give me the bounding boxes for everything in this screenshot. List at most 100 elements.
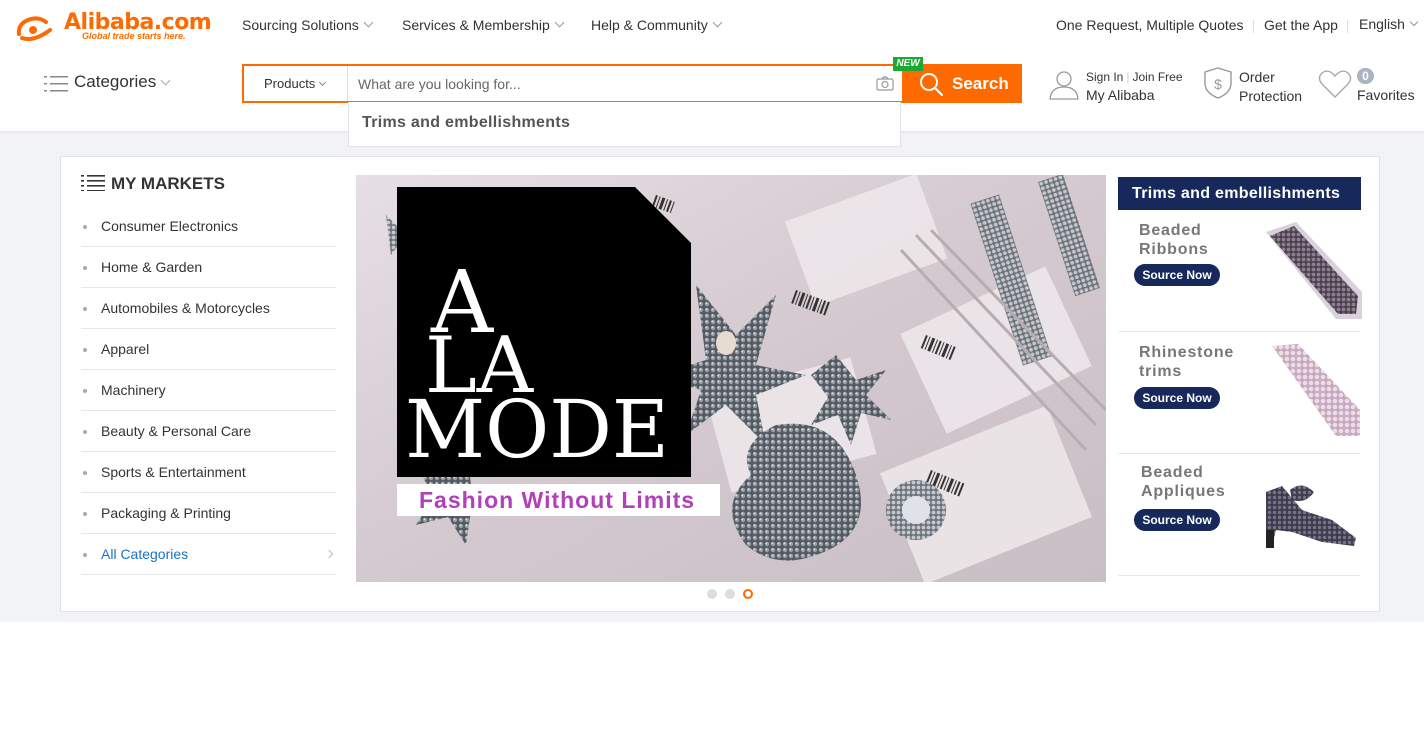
beaded-shoe-image bbox=[1266, 485, 1356, 548]
chevron-right-icon bbox=[324, 549, 334, 559]
rail-item-name: Rhinestone trims bbox=[1139, 343, 1259, 381]
la-mode-logo: A LA MODE bbox=[397, 187, 691, 477]
nav-services-membership-label: Services & Membership bbox=[402, 17, 550, 33]
bullet-icon bbox=[83, 553, 87, 557]
divider bbox=[1347, 20, 1348, 33]
alibaba-logo-icon bbox=[16, 16, 52, 41]
market-item-label: Automobiles & Motorcycles bbox=[101, 300, 270, 316]
sign-in-row: Sign In | Join Free bbox=[1086, 70, 1183, 84]
favorites-link[interactable]: Favorites bbox=[1357, 87, 1415, 103]
bullet-icon bbox=[83, 471, 87, 475]
one-request-link[interactable]: One Request, Multiple Quotes bbox=[1056, 17, 1244, 33]
divider: | bbox=[1126, 70, 1130, 84]
rail-item-name-line: Beaded bbox=[1141, 464, 1204, 481]
market-item[interactable]: Apparel bbox=[81, 329, 336, 370]
logo-line-3: MODE bbox=[405, 383, 669, 476]
chevron-down-icon bbox=[1409, 17, 1419, 27]
rail-item-name-line: Appliques bbox=[1141, 483, 1226, 500]
search-category-label: Products bbox=[264, 76, 316, 91]
chevron-down-icon bbox=[160, 75, 171, 86]
my-markets-heading: MY MARKETS bbox=[80, 174, 225, 194]
bullet-icon bbox=[83, 225, 87, 229]
bullet-icon bbox=[83, 266, 87, 270]
market-item[interactable]: Beauty & Personal Care bbox=[81, 411, 336, 452]
language-selector[interactable]: English bbox=[1359, 16, 1419, 32]
market-item[interactable]: Home & Garden bbox=[81, 247, 336, 288]
market-item[interactable]: Machinery bbox=[81, 370, 336, 411]
carousel-dots bbox=[707, 589, 767, 599]
carousel-dot-active[interactable] bbox=[743, 589, 753, 599]
rail-item-name-line: Beaded bbox=[1139, 222, 1202, 239]
market-item-label: Beauty & Personal Care bbox=[101, 423, 252, 439]
source-now-button[interactable]: Source Now bbox=[1134, 264, 1220, 286]
all-categories-link[interactable]: All Categories bbox=[81, 534, 336, 575]
order-protection-icon[interactable]: $ bbox=[1203, 67, 1233, 99]
nav-help-community-label: Help & Community bbox=[591, 17, 708, 33]
divider bbox=[1253, 20, 1254, 33]
order-protection-link[interactable]: Order Protection bbox=[1239, 68, 1302, 106]
nav-services-membership[interactable]: Services & Membership bbox=[402, 17, 565, 33]
chevron-down-icon bbox=[363, 17, 374, 28]
market-item[interactable]: Sports & Entertainment bbox=[81, 452, 336, 493]
search-button-label: Search bbox=[952, 74, 1009, 93]
nav-sourcing-solutions[interactable]: Sourcing Solutions bbox=[242, 17, 374, 33]
rail-title: Trims and embellishments bbox=[1118, 177, 1361, 210]
alibaba-logo[interactable]: Alibaba.com Global trade starts here. bbox=[16, 10, 216, 44]
list-icon bbox=[44, 76, 68, 92]
beaded-ribbon-image bbox=[1266, 222, 1362, 319]
market-item-label: Apparel bbox=[101, 341, 150, 357]
search-suggestion[interactable]: Trims and embellishments bbox=[348, 102, 901, 147]
market-item[interactable]: Packaging & Printing bbox=[81, 493, 336, 534]
join-free-link[interactable]: Join Free bbox=[1132, 70, 1182, 84]
nav-sourcing-solutions-label: Sourcing Solutions bbox=[242, 17, 359, 33]
categories-label: Categories bbox=[74, 72, 157, 91]
search-category-select[interactable]: Products bbox=[244, 66, 348, 101]
order-protection-line-2: Protection bbox=[1239, 88, 1303, 104]
nav-help-community[interactable]: Help & Community bbox=[591, 17, 723, 33]
bullet-icon bbox=[83, 307, 87, 311]
heart-icon[interactable] bbox=[1318, 68, 1352, 100]
search-icon bbox=[920, 73, 944, 97]
source-now-button[interactable]: Source Now bbox=[1134, 387, 1220, 409]
new-badge: NEW bbox=[893, 57, 923, 71]
rail-item-beaded-appliques[interactable]: Beaded Appliques Source Now bbox=[1118, 454, 1360, 576]
carousel-dot[interactable] bbox=[725, 589, 735, 599]
source-now-button[interactable]: Source Now bbox=[1134, 509, 1220, 531]
logo-tagline: Global trade starts here. bbox=[82, 31, 186, 41]
bullet-icon bbox=[83, 389, 87, 393]
search-input[interactable] bbox=[350, 66, 870, 101]
rail-item-beaded-ribbons[interactable]: Beaded Ribbons Source Now bbox=[1118, 210, 1362, 332]
rail-item-name: Beaded Ribbons bbox=[1139, 221, 1259, 259]
rail-item-name-line: Ribbons bbox=[1139, 241, 1209, 258]
market-item[interactable]: Automobiles & Motorcycles bbox=[81, 288, 336, 329]
market-item-label: Home & Garden bbox=[101, 259, 203, 275]
get-app-link[interactable]: Get the App bbox=[1264, 17, 1338, 33]
chevron-down-icon bbox=[319, 78, 327, 87]
rail-item-name: Beaded Appliques bbox=[1141, 463, 1261, 501]
all-categories-label: All Categories bbox=[101, 546, 189, 562]
sign-in-link[interactable]: Sign In bbox=[1086, 70, 1123, 84]
bullet-icon bbox=[83, 348, 87, 352]
search-bar: Products bbox=[242, 64, 902, 103]
rail-item-rhinestone-trims[interactable]: Rhinestone trims Source Now bbox=[1118, 332, 1360, 454]
rhinestone-trim-image bbox=[1272, 344, 1360, 436]
camera-icon[interactable] bbox=[876, 76, 894, 91]
carousel-dot[interactable] bbox=[707, 589, 717, 599]
market-item[interactable]: Consumer Electronics bbox=[81, 206, 336, 247]
bullet-icon bbox=[83, 430, 87, 434]
rail-item-name-line: trims bbox=[1139, 363, 1183, 380]
order-protection-line-1: Order bbox=[1239, 69, 1275, 85]
market-item-label: Sports & Entertainment bbox=[101, 464, 246, 480]
bullet-icon bbox=[83, 512, 87, 516]
chevron-down-icon bbox=[554, 17, 565, 28]
my-markets-title: MY MARKETS bbox=[111, 174, 225, 193]
market-item-label: Packaging & Printing bbox=[101, 505, 231, 521]
favorites-count-badge: 0 bbox=[1357, 68, 1374, 84]
user-icon[interactable] bbox=[1048, 68, 1080, 100]
banner-tagline: Fashion Without Limits bbox=[397, 484, 720, 516]
rail-item-name-line: Rhinestone bbox=[1139, 344, 1235, 361]
market-item-label: Machinery bbox=[101, 382, 166, 398]
svg-text:$: $ bbox=[1214, 76, 1222, 92]
chevron-down-icon bbox=[712, 17, 723, 28]
my-alibaba-link[interactable]: My Alibaba bbox=[1086, 87, 1154, 103]
